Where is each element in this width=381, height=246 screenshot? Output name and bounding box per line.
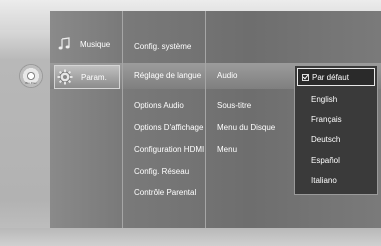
main-menu-label: Musique bbox=[80, 39, 111, 49]
submenu-item-reglage-langue[interactable]: Réglage de langue bbox=[134, 71, 201, 80]
brand-caption: Blu-Disc bbox=[25, 81, 37, 85]
dropdown-option-espanol[interactable]: Español bbox=[297, 151, 375, 169]
language-item-menu-disque[interactable]: Menu du Disque bbox=[217, 123, 275, 132]
dropdown-option-english[interactable]: English bbox=[297, 90, 375, 108]
submenu-item-options-affichage[interactable]: Options D'affichage bbox=[134, 123, 203, 132]
main-menu-label: Param. bbox=[81, 72, 107, 82]
gear-icon bbox=[55, 68, 75, 86]
language-item-sous-titre[interactable]: Sous-titre bbox=[217, 101, 251, 110]
submenu-item-configuration-hdmi[interactable]: Configuration HDMI bbox=[134, 145, 204, 154]
checkmark-icon bbox=[302, 73, 309, 81]
dropdown-option-italiano[interactable]: Italiano bbox=[297, 171, 375, 189]
submenu-item-config-systeme[interactable]: Config. système bbox=[134, 42, 191, 51]
language-item-menu[interactable]: Menu bbox=[217, 145, 237, 154]
menu-panel: Musique Param. Config. système Réglage d… bbox=[50, 11, 381, 228]
dropdown-option-deutsch[interactable]: Deutsch bbox=[297, 130, 375, 148]
main-menu-item-param[interactable]: Param. bbox=[54, 65, 120, 89]
dropdown-option-label: Par défaut bbox=[312, 72, 349, 82]
column-divider bbox=[205, 11, 206, 228]
bottom-band bbox=[0, 228, 381, 246]
submenu-item-config-reseau[interactable]: Config. Réseau bbox=[134, 167, 189, 176]
settings-screen: Blu-Disc Musique Param. Config. système … bbox=[0, 0, 381, 246]
language-item-audio[interactable]: Audio bbox=[217, 71, 237, 80]
audio-language-dropdown[interactable]: Par défaut English Français Deutsch Espa… bbox=[294, 65, 378, 195]
dropdown-option-par-defaut[interactable]: Par défaut bbox=[297, 68, 375, 86]
dropdown-option-francais[interactable]: Français bbox=[297, 110, 375, 128]
submenu-item-options-audio[interactable]: Options Audio bbox=[134, 101, 184, 110]
column-divider bbox=[122, 11, 123, 228]
main-menu-item-musique[interactable]: Musique bbox=[54, 33, 118, 55]
music-icon bbox=[54, 35, 74, 53]
submenu-item-controle-parental[interactable]: Contrôle Parental bbox=[134, 188, 196, 197]
